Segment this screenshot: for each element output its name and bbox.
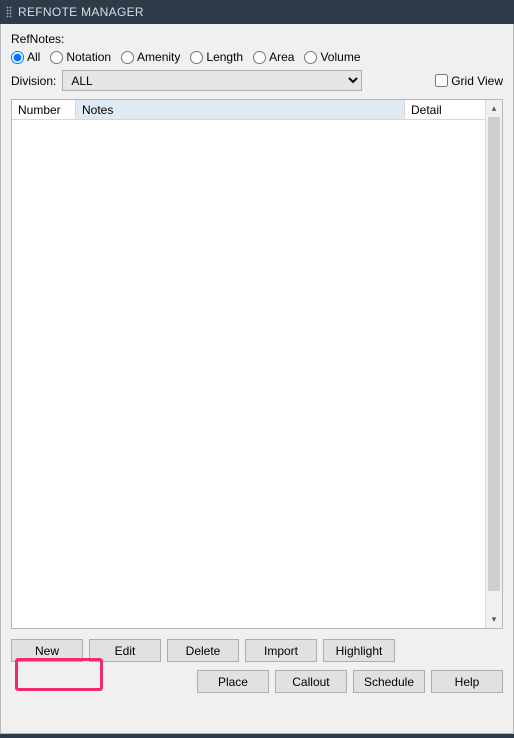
gridview-label: Grid View [451,74,503,88]
filter-all[interactable]: All [11,50,40,64]
filter-radio-group: All Notation Amenity Length Area Volume [11,50,503,64]
col-detail[interactable]: Detail [405,100,485,119]
filter-notation-label: Notation [66,50,111,64]
filter-all-radio[interactable] [11,51,24,64]
table-main: Number Notes Detail [12,100,485,628]
table-header: Number Notes Detail [12,100,485,120]
main-panel: RefNotes: All Notation Amenity Length Ar… [0,24,514,734]
gridview-checkbox[interactable] [435,74,448,87]
scroll-thumb[interactable] [488,117,500,591]
filter-notation[interactable]: Notation [50,50,111,64]
filter-all-label: All [27,50,40,64]
filter-volume[interactable]: Volume [304,50,360,64]
edit-button[interactable]: Edit [89,639,161,662]
help-button[interactable]: Help [431,670,503,693]
col-notes[interactable]: Notes [76,100,405,119]
filter-amenity-label: Amenity [137,50,180,64]
delete-button[interactable]: Delete [167,639,239,662]
refnotes-label: RefNotes: [11,32,503,46]
highlight-button[interactable]: Highlight [323,639,395,662]
division-row: Division: ALL Grid View [11,70,503,91]
col-number[interactable]: Number [12,100,76,119]
scroll-down-icon[interactable]: ▾ [486,611,502,628]
filter-notation-radio[interactable] [50,51,63,64]
vertical-scrollbar[interactable]: ▴ ▾ [485,100,502,628]
bottom-strip [0,734,514,738]
scroll-track[interactable] [486,117,502,611]
filter-volume-radio[interactable] [304,51,317,64]
callout-button[interactable]: Callout [275,670,347,693]
import-button[interactable]: Import [245,639,317,662]
action-buttons-row2: Place Callout Schedule Help [11,670,503,693]
action-buttons-row1: New Edit Delete Import Highlight [11,639,503,662]
table-body[interactable] [12,120,485,628]
titlebar[interactable]: REFNOTE MANAGER [0,0,514,24]
schedule-button[interactable]: Schedule [353,670,425,693]
refnotes-table: Number Notes Detail ▴ ▾ [11,99,503,629]
filter-length-label: Length [206,50,243,64]
scroll-up-icon[interactable]: ▴ [486,100,502,117]
division-select[interactable]: ALL [62,70,362,91]
gridview-toggle[interactable]: Grid View [435,74,503,88]
new-button[interactable]: New [11,639,83,662]
filter-amenity-radio[interactable] [121,51,134,64]
filter-volume-label: Volume [320,50,360,64]
filter-area[interactable]: Area [253,50,294,64]
grip-icon [6,6,12,18]
filter-length-radio[interactable] [190,51,203,64]
place-button[interactable]: Place [197,670,269,693]
division-label: Division: [11,74,56,88]
filter-amenity[interactable]: Amenity [121,50,180,64]
filter-area-radio[interactable] [253,51,266,64]
window-title: REFNOTE MANAGER [18,5,144,19]
filter-area-label: Area [269,50,294,64]
filter-length[interactable]: Length [190,50,243,64]
